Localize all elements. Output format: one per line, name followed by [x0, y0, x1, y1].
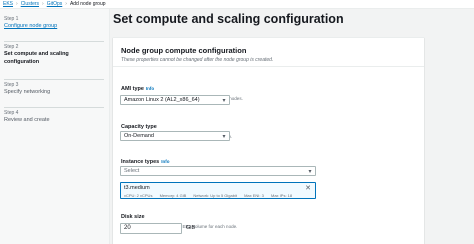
- disk-size-input[interactable]: 20: [120, 223, 182, 234]
- chevron-right-icon: ›: [65, 1, 67, 7]
- wizard-step-4: Step 4 Review and create: [4, 110, 50, 124]
- capacity-type-select[interactable]: On-Demand ▾: [120, 131, 230, 141]
- chevron-right-icon: ›: [16, 1, 18, 7]
- instance-types-select[interactable]: Select ▾: [120, 166, 316, 176]
- panel-header: Node group compute configuration These p…: [121, 46, 273, 63]
- page-title: Set compute and scaling configuration: [113, 12, 344, 26]
- breadcrumb-current: Add node group: [69, 1, 106, 7]
- spec-memory: Memory: 4 GiB: [159, 193, 187, 198]
- step-divider: [4, 107, 104, 108]
- spec-network: Network: Up to 5 Gigabit: [193, 193, 237, 198]
- ami-type-label: AMI type: [121, 86, 144, 92]
- instance-types-info-link[interactable]: Info: [161, 159, 169, 164]
- step-title-compute-scaling: Set compute and scaling configuration: [4, 51, 69, 65]
- step-title-configure-node-group[interactable]: Configure node group: [4, 22, 57, 30]
- ami-type-select[interactable]: Amazon Linux 2 (AL2_x86_64) ▾: [120, 95, 230, 105]
- panel-title: Node group compute configuration: [121, 46, 247, 55]
- breadcrumb-link-gitops[interactable]: GitOps: [47, 1, 63, 7]
- instance-type-name: t3.medium: [124, 185, 150, 191]
- spec-vcpu: vCPU: 2 vCPUs: [124, 193, 153, 198]
- step-title-review-create: Review and create: [4, 117, 50, 123]
- instance-types-label: Instance types: [121, 159, 160, 165]
- wizard-step-3: Step 3 Specify networking: [4, 82, 50, 96]
- chevron-right-icon: ›: [42, 1, 44, 7]
- wizard-step-1[interactable]: Step 1 Configure node group: [4, 16, 57, 30]
- spec-max-eni: Max ENI: 3: [244, 193, 264, 198]
- ami-type-info-link[interactable]: Info: [146, 86, 154, 91]
- instance-type-token: t3.medium ✕ vCPU: 2 vCPUs Memory: 4 GiB …: [120, 182, 316, 199]
- disk-size-unit: GiB: [186, 225, 196, 231]
- step-divider: [4, 41, 104, 42]
- breadcrumb-link-eks[interactable]: EKS: [3, 1, 13, 7]
- wizard-steps: Step 1 Configure node group Step 2 Set c…: [0, 9, 110, 244]
- capacity-type-value: On-Demand: [124, 133, 154, 139]
- step-title-networking: Specify networking: [4, 89, 51, 95]
- capacity-type-label: Capacity type: [121, 124, 157, 130]
- wizard-step-2: Step 2 Set compute and scaling configura…: [4, 44, 104, 66]
- chevron-down-icon: ▾: [308, 168, 312, 175]
- breadcrumb-link-clusters[interactable]: Clusters: [21, 1, 39, 7]
- instance-type-specs: vCPU: 2 vCPUs Memory: 4 GiB Network: Up …: [124, 193, 298, 198]
- spec-max-ips: Max IPs: 18: [271, 193, 293, 198]
- breadcrumb: EKS › Clusters › GitOps › Add node group: [0, 0, 474, 9]
- chevron-down-icon: ▾: [222, 133, 226, 140]
- instance-types-placeholder: Select: [124, 168, 140, 174]
- ami-type-value: Amazon Linux 2 (AL2_x86_64): [124, 97, 200, 103]
- step-divider: [4, 79, 104, 80]
- compute-config-panel: Node group compute configuration These p…: [113, 37, 424, 244]
- close-icon[interactable]: ✕: [305, 184, 311, 192]
- panel-divider: [113, 66, 424, 67]
- panel-description: These properties cannot be changed after…: [121, 57, 274, 63]
- disk-size-label: Disk size: [121, 214, 145, 220]
- chevron-down-icon: ▾: [222, 97, 226, 104]
